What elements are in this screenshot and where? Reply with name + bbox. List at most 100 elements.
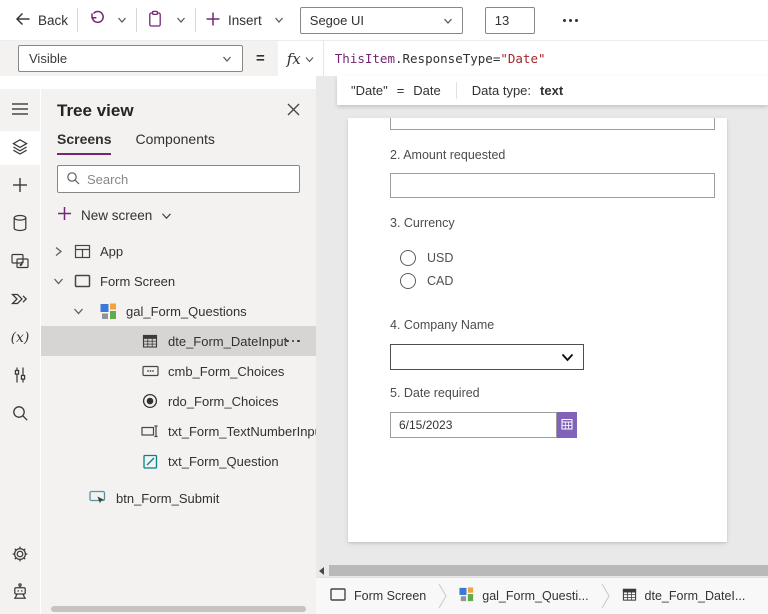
rail-tree-view-button[interactable] (0, 131, 40, 165)
scroll-left-arrow-icon[interactable] (319, 567, 324, 575)
question1-input-partial[interactable] (390, 118, 715, 130)
scrollbar-thumb[interactable] (329, 565, 768, 576)
chevron-down-icon[interactable] (71, 307, 85, 316)
radio-circle-icon[interactable] (400, 273, 416, 289)
more-commands-button[interactable] (563, 19, 578, 22)
canvas-hscrollbar[interactable] (316, 564, 768, 577)
breadcrumb-item-gallery[interactable]: gal_Form_Questi... (459, 587, 588, 605)
canvas-viewport[interactable]: 2. Amount requested 3. Currency USD CAD … (316, 105, 768, 564)
rail-insert-button[interactable] (0, 169, 40, 203)
font-dropdown-chevron-icon (443, 13, 453, 28)
dropdown-chevron-icon (561, 350, 574, 365)
amount-label: 2. Amount requested (390, 148, 505, 162)
tree-item-text-number-input[interactable]: txt_Form_TextNumberInput (41, 416, 316, 446)
tree-item-app[interactable]: App (41, 236, 316, 266)
font-size-input[interactable]: 13 (485, 7, 535, 34)
company-dropdown[interactable] (390, 344, 584, 370)
variables-icon: (x) (11, 330, 30, 346)
rail-variables-button[interactable]: (x) (0, 321, 40, 355)
layers-icon (10, 137, 30, 160)
screen-icon (73, 274, 91, 288)
tab-screens[interactable]: Screens (57, 131, 111, 155)
date-picker-button[interactable] (557, 412, 577, 438)
breadcrumb-label: dte_Form_DateI... (645, 589, 746, 603)
breadcrumb-item-form-screen[interactable]: Form Screen (330, 588, 426, 604)
robot-icon (10, 582, 30, 605)
chevron-down-icon[interactable] (51, 277, 65, 286)
tree-item-gallery[interactable]: gal_Form_Questions (41, 296, 316, 326)
date-input[interactable] (390, 412, 557, 438)
radio-option-cad[interactable]: CAD (400, 273, 453, 289)
rail-data-button[interactable] (0, 207, 40, 241)
chevron-right-icon[interactable] (51, 246, 65, 257)
popup-divider (456, 82, 457, 99)
radio-label: CAD (427, 274, 453, 288)
tree-item-form-screen[interactable]: Form Screen (41, 266, 316, 296)
paste-button[interactable] (146, 10, 186, 31)
top-toolbar: Back Insert (0, 0, 768, 40)
undo-menu-chevron-icon[interactable] (117, 16, 127, 24)
panel-title: Tree view (57, 101, 134, 121)
breadcrumb-separator-icon (438, 583, 447, 609)
back-label: Back (38, 13, 68, 28)
amount-input[interactable] (390, 173, 715, 198)
calendar-icon (561, 418, 573, 433)
calendar-icon (141, 333, 159, 349)
button-icon (89, 489, 107, 507)
formula-input[interactable]: ThisItem.ResponseType="Date" (324, 41, 768, 77)
toolbar-divider (77, 8, 78, 32)
rail-hamburger-menu-button[interactable] (0, 93, 40, 127)
media-icon (10, 251, 30, 274)
tree-panel-hscrollbar[interactable] (51, 606, 306, 612)
back-button[interactable]: Back (14, 11, 68, 30)
tree-item-radio[interactable]: rdo_Form_Choices (41, 386, 316, 416)
breadcrumb-item-date-input[interactable]: dte_Form_DateI... (622, 587, 746, 605)
rail-power-automate-button[interactable] (0, 283, 40, 317)
data-type-value: text (540, 83, 563, 98)
more-options-button[interactable] (286, 340, 300, 343)
form-card[interactable]: 2. Amount requested 3. Currency USD CAD … (348, 118, 727, 542)
search-input[interactable] (87, 172, 291, 187)
formula-result-popup: "Date" = Date Data type: text (337, 76, 768, 105)
tree-item-date-input[interactable]: dte_Form_DateInput (41, 326, 316, 356)
property-selector-value: Visible (29, 51, 67, 66)
tree: App Form Screen (41, 236, 316, 513)
radio-option-usd[interactable]: USD (400, 250, 453, 266)
tab-components[interactable]: Components (135, 131, 214, 155)
plus-icon (205, 11, 221, 30)
app-icon (73, 243, 91, 260)
formula-member: .ResponseType= (395, 51, 500, 66)
fx-menu-button[interactable]: fx (278, 41, 324, 77)
close-icon[interactable] (287, 103, 300, 119)
tree-item-question-label[interactable]: txt_Form_Question (41, 446, 316, 476)
property-selector-dropdown[interactable]: Visible (18, 45, 243, 72)
toolbar-divider (136, 8, 137, 32)
rail-media-button[interactable] (0, 245, 40, 279)
paste-menu-chevron-icon[interactable] (176, 16, 186, 24)
result-value-expr: "Date" (351, 83, 388, 98)
hamburger-menu-icon (11, 102, 29, 119)
font-family-dropdown[interactable]: Segoe UI (300, 7, 463, 34)
rail-search-button[interactable] (0, 397, 40, 431)
gallery-icon (99, 303, 117, 320)
tree-item-submit-button[interactable]: btn_Form_Submit (41, 483, 316, 513)
date-field (390, 412, 577, 438)
insert-button[interactable]: Insert (205, 11, 284, 30)
tree-item-label: gal_Form_Questions (126, 304, 247, 319)
rail-settings-button[interactable] (0, 538, 40, 572)
text-input-icon (141, 423, 159, 439)
new-screen-button[interactable]: New screen (57, 202, 300, 228)
search-icon (11, 404, 29, 425)
undo-button[interactable] (87, 10, 127, 31)
new-screen-label: New screen (81, 208, 152, 223)
back-arrow-icon (14, 11, 31, 30)
breadcrumb-label: gal_Form_Questi... (482, 589, 588, 603)
insert-label: Insert (228, 13, 262, 28)
powerapps-studio: Back Insert (0, 0, 768, 614)
radio-circle-icon[interactable] (400, 250, 416, 266)
tree-item-combobox[interactable]: cmb_Form_Choices (41, 356, 316, 386)
rail-advanced-tools-button[interactable] (0, 359, 40, 393)
canvas-area: "Date" = Date Data type: text 2. Amount … (316, 76, 768, 614)
rail-virtual-agents-button[interactable] (0, 576, 40, 610)
screen-icon (330, 588, 346, 604)
